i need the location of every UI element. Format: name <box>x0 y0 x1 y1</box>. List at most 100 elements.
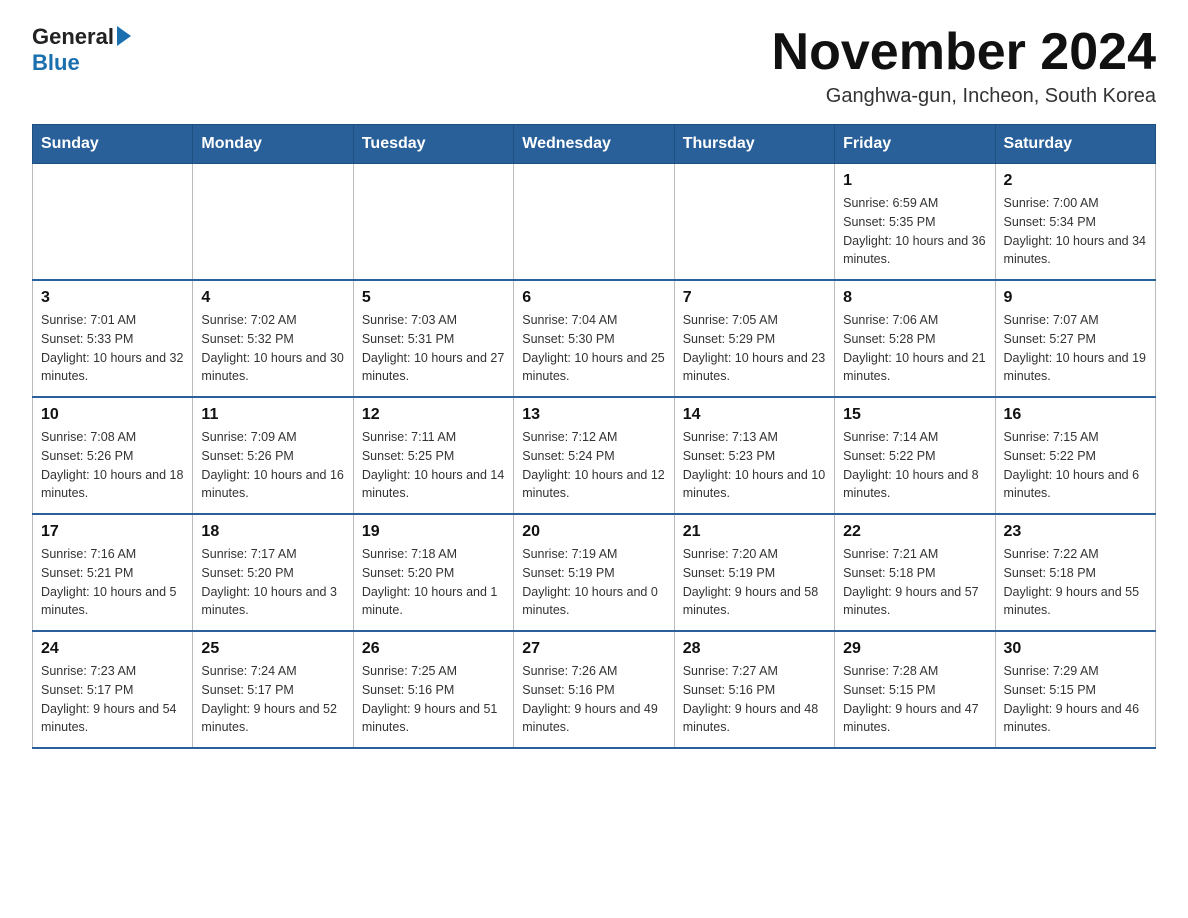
calendar-cell <box>674 164 834 281</box>
calendar-cell: 5 Sunrise: 7:03 AM Sunset: 5:31 PM Daylig… <box>353 280 513 397</box>
calendar-cell: 27Sunrise: 7:26 AM Sunset: 5:16 PM Dayli… <box>514 631 674 748</box>
day-info: Sunrise: 7:04 AM Sunset: 5:30 PM Dayligh… <box>522 311 665 386</box>
calendar-cell: 4 Sunrise: 7:02 AM Sunset: 5:32 PM Daylig… <box>193 280 353 397</box>
day-info: Sunrise: 7:24 AM Sunset: 5:17 PM Dayligh… <box>201 662 344 737</box>
day-info: Sunrise: 7:28 AM Sunset: 5:15 PM Dayligh… <box>843 662 986 737</box>
day-number: 20 <box>522 523 665 541</box>
day-info: Sunrise: 7:20 AM Sunset: 5:19 PM Dayligh… <box>683 545 826 620</box>
day-number: 25 <box>201 640 344 658</box>
day-info: Sunrise: 7:01 AM Sunset: 5:33 PM Dayligh… <box>41 311 184 386</box>
day-number: 2 <box>1004 172 1147 190</box>
calendar-cell: 18Sunrise: 7:17 AM Sunset: 5:20 PM Dayli… <box>193 514 353 631</box>
day-number: 29 <box>843 640 986 658</box>
day-info: Sunrise: 7:02 AM Sunset: 5:32 PM Dayligh… <box>201 311 344 386</box>
day-info: Sunrise: 7:07 AM Sunset: 5:27 PM Dayligh… <box>1004 311 1147 386</box>
day-info: Sunrise: 7:21 AM Sunset: 5:18 PM Dayligh… <box>843 545 986 620</box>
calendar-cell: 7 Sunrise: 7:05 AM Sunset: 5:29 PM Daylig… <box>674 280 834 397</box>
calendar-cell: 2 Sunrise: 7:00 AM Sunset: 5:34 PM Daylig… <box>995 164 1155 281</box>
day-info: Sunrise: 7:03 AM Sunset: 5:31 PM Dayligh… <box>362 311 505 386</box>
day-number: 12 <box>362 406 505 424</box>
day-info: Sunrise: 7:00 AM Sunset: 5:34 PM Dayligh… <box>1004 194 1147 269</box>
calendar-cell: 3Sunrise: 7:01 AM Sunset: 5:33 PM Daylig… <box>33 280 193 397</box>
day-info: Sunrise: 6:59 AM Sunset: 5:35 PM Dayligh… <box>843 194 986 269</box>
day-number: 8 <box>843 289 986 307</box>
calendar-week-row: 1 Sunrise: 6:59 AM Sunset: 5:35 PM Daylig… <box>33 164 1156 281</box>
day-number: 30 <box>1004 640 1147 658</box>
calendar-cell: 25 Sunrise: 7:24 AM Sunset: 5:17 PM Dayli… <box>193 631 353 748</box>
day-info: Sunrise: 7:05 AM Sunset: 5:29 PM Dayligh… <box>683 311 826 386</box>
day-number: 13 <box>522 406 665 424</box>
day-number: 23 <box>1004 523 1147 541</box>
calendar-cell <box>514 164 674 281</box>
weekday-header-tuesday: Tuesday <box>353 125 513 164</box>
calendar-week-row: 10 Sunrise: 7:08 AM Sunset: 5:26 PM Dayli… <box>33 397 1156 514</box>
calendar-cell: 1 Sunrise: 6:59 AM Sunset: 5:35 PM Daylig… <box>835 164 995 281</box>
calendar-cell: 11 Sunrise: 7:09 AM Sunset: 5:26 PM Dayli… <box>193 397 353 514</box>
calendar-week-row: 24Sunrise: 7:23 AM Sunset: 5:17 PM Dayli… <box>33 631 1156 748</box>
day-number: 15 <box>843 406 986 424</box>
day-number: 9 <box>1004 289 1147 307</box>
day-info: Sunrise: 7:06 AM Sunset: 5:28 PM Dayligh… <box>843 311 986 386</box>
calendar-header-row: SundayMondayTuesdayWednesdayThursdayFrid… <box>33 125 1156 164</box>
day-number: 11 <box>201 406 344 424</box>
day-info: Sunrise: 7:12 AM Sunset: 5:24 PM Dayligh… <box>522 428 665 503</box>
day-info: Sunrise: 7:27 AM Sunset: 5:16 PM Dayligh… <box>683 662 826 737</box>
calendar-cell: 15 Sunrise: 7:14 AM Sunset: 5:22 PM Dayli… <box>835 397 995 514</box>
day-number: 19 <box>362 523 505 541</box>
month-title: November 2024 <box>772 24 1156 81</box>
calendar-cell: 22 Sunrise: 7:21 AM Sunset: 5:18 PM Dayli… <box>835 514 995 631</box>
calendar-cell: 13 Sunrise: 7:12 AM Sunset: 5:24 PM Dayli… <box>514 397 674 514</box>
day-number: 28 <box>683 640 826 658</box>
weekday-header-thursday: Thursday <box>674 125 834 164</box>
day-number: 10 <box>41 406 184 424</box>
day-number: 14 <box>683 406 826 424</box>
calendar-cell: 26 Sunrise: 7:25 AM Sunset: 5:16 PM Dayli… <box>353 631 513 748</box>
weekday-header-monday: Monday <box>193 125 353 164</box>
day-number: 5 <box>362 289 505 307</box>
location-text: Ganghwa-gun, Incheon, South Korea <box>772 85 1156 108</box>
weekday-header-saturday: Saturday <box>995 125 1155 164</box>
logo: General Blue <box>32 24 131 76</box>
calendar-week-row: 17 Sunrise: 7:16 AM Sunset: 5:21 PM Dayli… <box>33 514 1156 631</box>
day-info: Sunrise: 7:23 AM Sunset: 5:17 PM Dayligh… <box>41 662 184 737</box>
weekday-header-friday: Friday <box>835 125 995 164</box>
calendar-cell: 16Sunrise: 7:15 AM Sunset: 5:22 PM Dayli… <box>995 397 1155 514</box>
logo-triangle-icon <box>117 26 131 46</box>
calendar-cell: 14 Sunrise: 7:13 AM Sunset: 5:23 PM Dayli… <box>674 397 834 514</box>
calendar-cell: 28 Sunrise: 7:27 AM Sunset: 5:16 PM Dayli… <box>674 631 834 748</box>
calendar-cell: 20 Sunrise: 7:19 AM Sunset: 5:19 PM Dayli… <box>514 514 674 631</box>
day-info: Sunrise: 7:19 AM Sunset: 5:19 PM Dayligh… <box>522 545 665 620</box>
day-info: Sunrise: 7:29 AM Sunset: 5:15 PM Dayligh… <box>1004 662 1147 737</box>
calendar-cell: 10 Sunrise: 7:08 AM Sunset: 5:26 PM Dayli… <box>33 397 193 514</box>
day-info: Sunrise: 7:25 AM Sunset: 5:16 PM Dayligh… <box>362 662 505 737</box>
calendar-cell <box>33 164 193 281</box>
day-info: Sunrise: 7:14 AM Sunset: 5:22 PM Dayligh… <box>843 428 986 503</box>
calendar-cell <box>193 164 353 281</box>
day-number: 26 <box>362 640 505 658</box>
day-number: 18 <box>201 523 344 541</box>
calendar-cell: 23 Sunrise: 7:22 AM Sunset: 5:18 PM Dayli… <box>995 514 1155 631</box>
day-number: 7 <box>683 289 826 307</box>
calendar-week-row: 3Sunrise: 7:01 AM Sunset: 5:33 PM Daylig… <box>33 280 1156 397</box>
day-info: Sunrise: 7:08 AM Sunset: 5:26 PM Dayligh… <box>41 428 184 503</box>
page-header: General Blue November 2024 Ganghwa-gun, … <box>32 24 1156 108</box>
day-info: Sunrise: 7:09 AM Sunset: 5:26 PM Dayligh… <box>201 428 344 503</box>
day-number: 17 <box>41 523 184 541</box>
day-info: Sunrise: 7:11 AM Sunset: 5:25 PM Dayligh… <box>362 428 505 503</box>
day-number: 22 <box>843 523 986 541</box>
calendar-cell: 19Sunrise: 7:18 AM Sunset: 5:20 PM Dayli… <box>353 514 513 631</box>
logo-blue-text: Blue <box>32 50 80 76</box>
day-info: Sunrise: 7:13 AM Sunset: 5:23 PM Dayligh… <box>683 428 826 503</box>
calendar-cell: 29 Sunrise: 7:28 AM Sunset: 5:15 PM Dayli… <box>835 631 995 748</box>
day-info: Sunrise: 7:16 AM Sunset: 5:21 PM Dayligh… <box>41 545 184 620</box>
calendar-cell: 30 Sunrise: 7:29 AM Sunset: 5:15 PM Dayli… <box>995 631 1155 748</box>
day-info: Sunrise: 7:22 AM Sunset: 5:18 PM Dayligh… <box>1004 545 1147 620</box>
day-number: 4 <box>201 289 344 307</box>
calendar-cell: 12 Sunrise: 7:11 AM Sunset: 5:25 PM Dayli… <box>353 397 513 514</box>
day-number: 1 <box>843 172 986 190</box>
weekday-header-sunday: Sunday <box>33 125 193 164</box>
day-number: 16 <box>1004 406 1147 424</box>
day-number: 21 <box>683 523 826 541</box>
calendar-cell <box>353 164 513 281</box>
calendar-cell: 17 Sunrise: 7:16 AM Sunset: 5:21 PM Dayli… <box>33 514 193 631</box>
